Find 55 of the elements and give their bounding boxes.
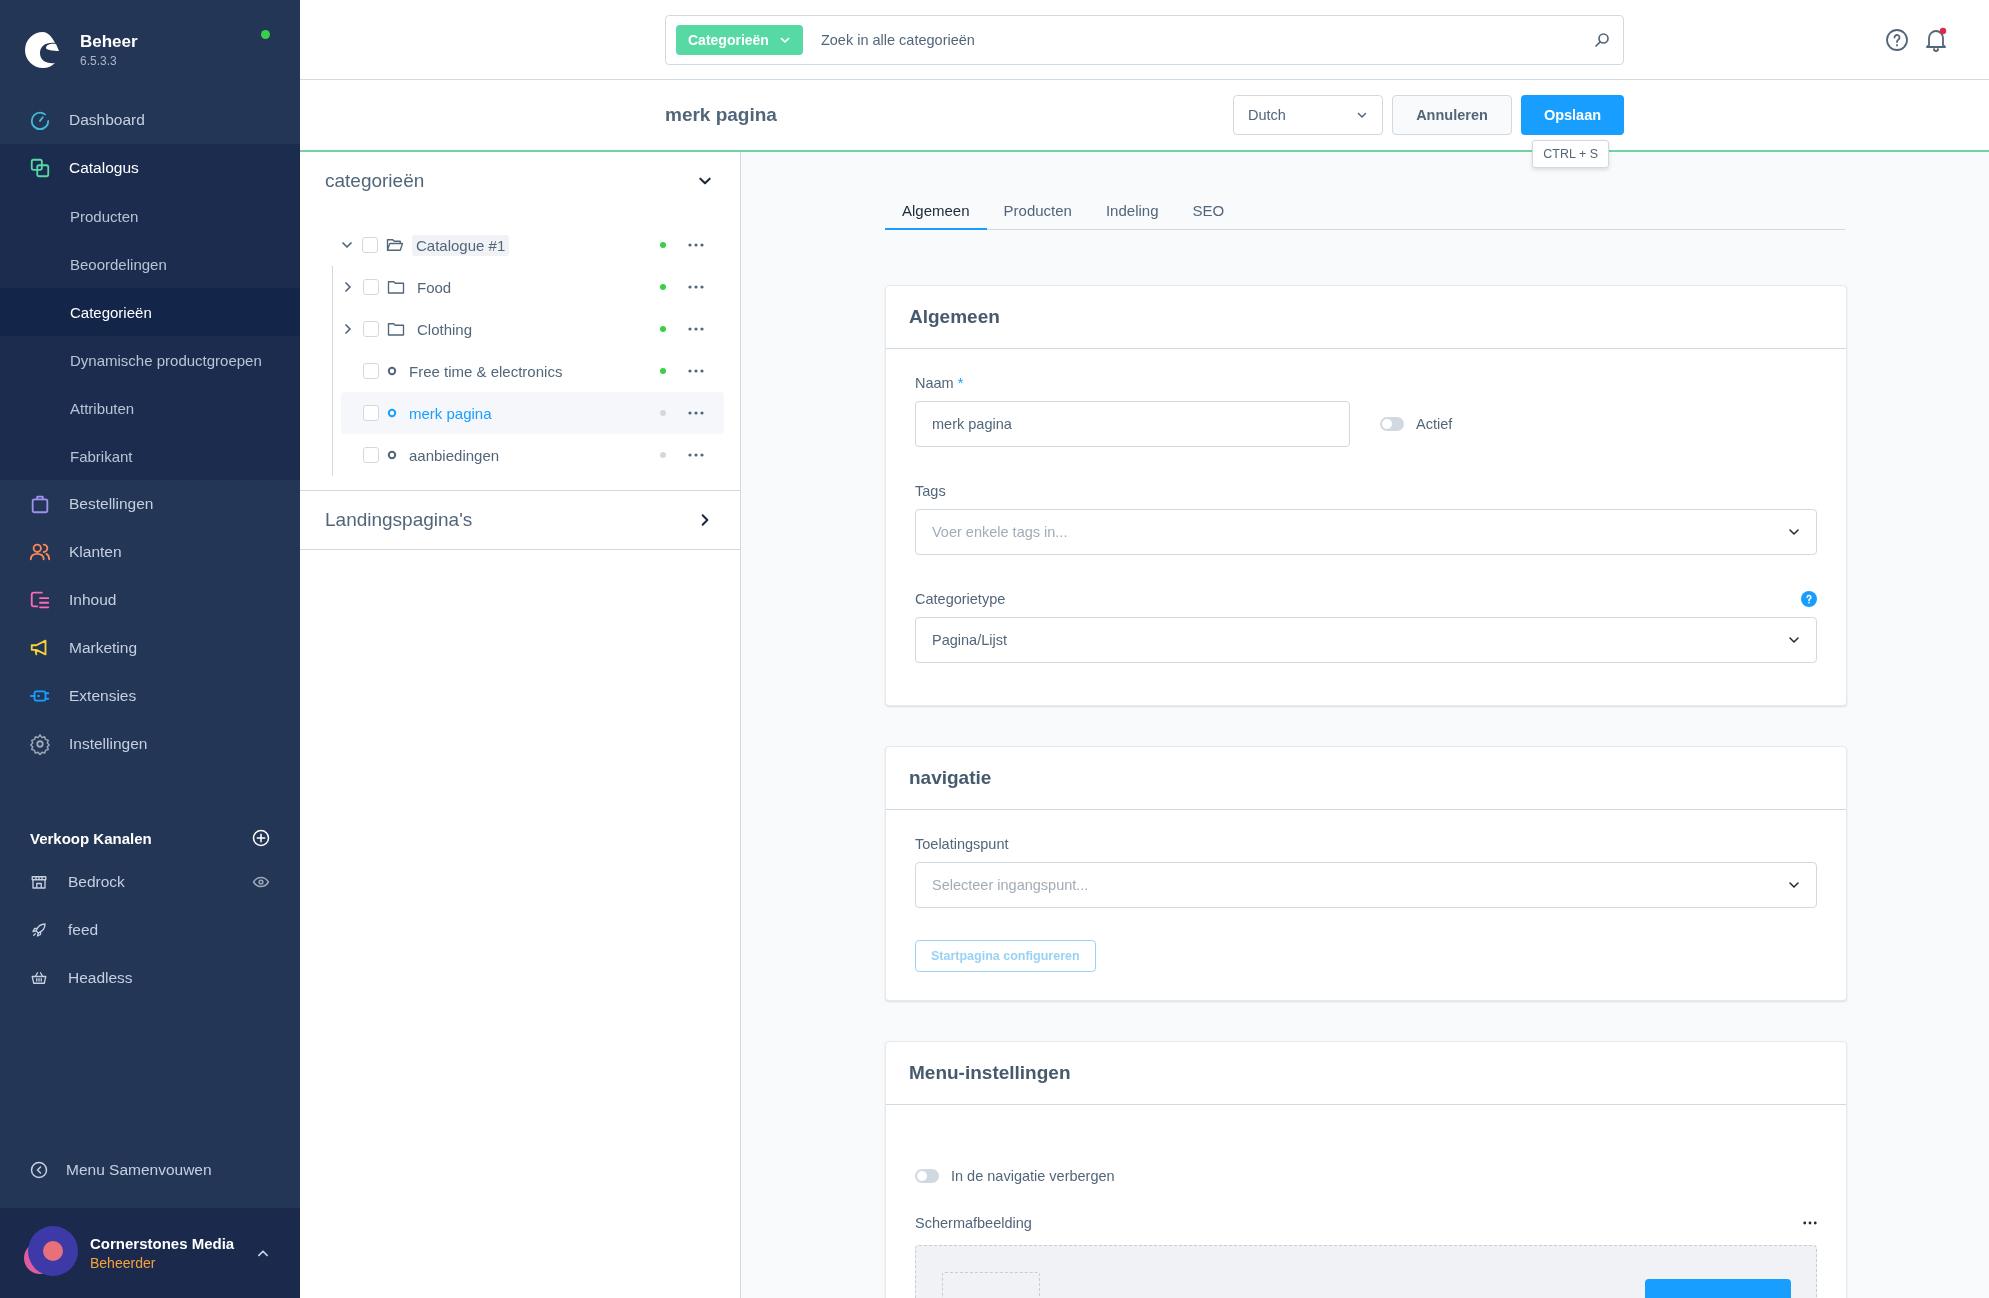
nav-item[interactable]: Klanten (0, 528, 300, 576)
tree-label[interactable]: Food (413, 276, 456, 298)
channel-item[interactable]: feed (0, 906, 300, 954)
section-title: Verkoop Kanalen (30, 829, 152, 847)
toggle-label: In de navigatie verbergen (951, 1168, 1115, 1184)
toggle-label: Actief (1416, 416, 1453, 432)
user-role: Beheerder (90, 1255, 157, 1271)
language-select[interactable]: Dutch (1233, 95, 1383, 135)
channel-item[interactable]: Bedrock (0, 858, 300, 906)
nav-subitem[interactable]: Beoordelingen (0, 240, 300, 288)
field-label: Categorietype (915, 591, 1006, 607)
tree-label[interactable]: aanbiedingen (405, 444, 504, 466)
tree-item[interactable]: Food (341, 266, 724, 308)
tree-item[interactable]: Catalogue #1 (340, 224, 724, 266)
nav-item[interactable]: Instellingen (0, 720, 300, 768)
panel-title: categorieën (325, 170, 425, 192)
brand-title: Beheer (80, 32, 138, 52)
channel-item[interactable]: Headless (0, 954, 300, 1002)
card-title: navigatie (909, 767, 992, 789)
field-label: Tags (915, 483, 946, 499)
tree-label[interactable]: Clothing (413, 318, 477, 340)
nav-item[interactable]: Catalogus (0, 144, 300, 192)
tab[interactable]: Indeling (1088, 192, 1176, 230)
text-field[interactable]: merk pagina (915, 401, 1350, 447)
nav-item[interactable]: Bestellingen (0, 480, 300, 528)
tree-label[interactable]: Free time & electronics (405, 360, 567, 382)
nav-subitem[interactable]: Fabrikant (0, 432, 300, 480)
card-title: Menu-instellingen (909, 1062, 1071, 1084)
nav-item[interactable]: Extensies (0, 672, 300, 720)
card-title: Algemeen (909, 306, 1000, 328)
nav-item[interactable]: Inhoud (0, 576, 300, 624)
user-name: Cornerstones Media (90, 1235, 235, 1252)
page-title: merk pagina (665, 104, 777, 126)
nav-item[interactable]: Marketing (0, 624, 300, 672)
tab[interactable]: SEO (1175, 192, 1242, 230)
nav-subitem[interactable]: Dynamische productgroepen (0, 336, 300, 384)
panel-title: Landingspagina's (325, 509, 473, 531)
collapse-menu-button[interactable]: Menu Samenvouwen (0, 1146, 300, 1194)
nav-item[interactable]: Dashboard (0, 96, 300, 144)
tree-item[interactable]: Free time & electronics (341, 350, 724, 392)
tab[interactable]: Producten (986, 192, 1089, 230)
nav-subitem[interactable]: Producten (0, 192, 300, 240)
field-label: Naam * (915, 375, 965, 391)
tree-item[interactable]: Clothing (341, 308, 724, 350)
version-label: 6.5.3.3 (80, 54, 118, 68)
cancel-button[interactable]: Annuleren (1392, 95, 1512, 135)
field-label: Toelatingspunt (915, 836, 1009, 852)
field-label: Schermafbeelding (915, 1215, 1032, 1231)
nav-subitem[interactable]: Categorieën (0, 288, 300, 336)
nav-subitem[interactable]: Attributen (0, 384, 300, 432)
shortcut-tooltip: CTRL + S (1532, 140, 1609, 168)
tree-label[interactable]: Catalogue #1 (412, 234, 510, 256)
tree-item[interactable]: aanbiedingen (341, 434, 724, 476)
tab[interactable]: Algemeen (885, 192, 987, 230)
select-field[interactable]: Pagina/Lijst (915, 617, 1817, 663)
